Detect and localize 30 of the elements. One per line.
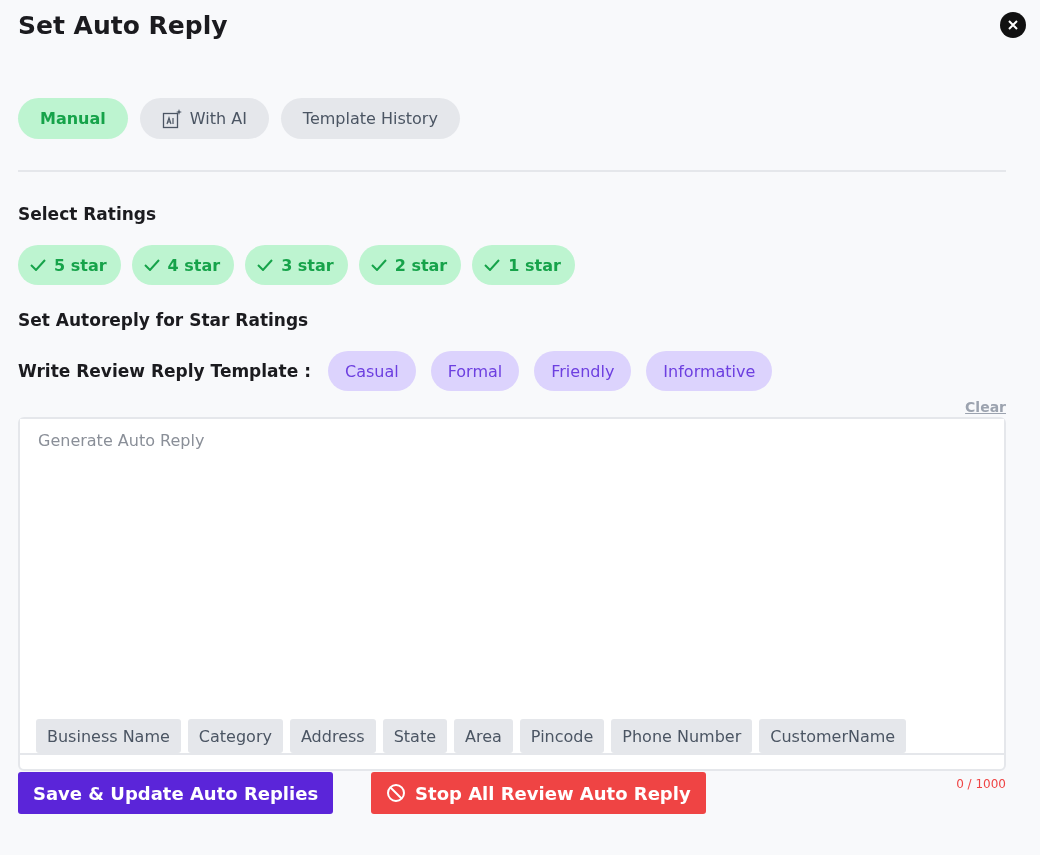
reply-editor[interactable]: Generate Auto Reply Business Name Category Address State Area Pincode Phone Number CustomerName: [18, 417, 1006, 771]
character-counter: 0 / 1000: [956, 777, 1006, 791]
check-icon: [484, 259, 501, 271]
variable-chip[interactable]: Category: [187, 719, 283, 753]
mode-tab[interactable]: With AI: [139, 98, 269, 139]
save-button[interactable]: Save & Update Auto Replies: [18, 772, 334, 814]
check-icon: [370, 259, 387, 271]
variable-chip[interactable]: Address: [289, 719, 376, 753]
check-icon: [30, 259, 46, 271]
variable-chip[interactable]: Pincode: [519, 719, 605, 753]
prohibited-icon: [386, 783, 407, 803]
section-heading: Set Autoreply for Star Ratings: [18, 310, 310, 330]
variable-chip[interactable]: Business Name: [36, 719, 181, 753]
close-icon[interactable]: [1000, 12, 1026, 38]
variable-chip[interactable]: Phone Number: [611, 719, 753, 753]
variable-chip[interactable]: State: [382, 719, 447, 753]
template-label: Write Review Reply Template :: [18, 361, 311, 381]
dialog-title: Set Auto Reply: [18, 10, 228, 40]
mode-tab[interactable]: Template History: [280, 98, 460, 139]
variable-chip[interactable]: CustomerName: [759, 719, 907, 753]
stop-button[interactable]: Stop All Review Auto Reply: [371, 772, 706, 814]
variable-chip[interactable]: Area: [454, 719, 513, 753]
section-heading: Select Ratings: [18, 204, 158, 224]
tone-chip[interactable]: Casual: [327, 351, 416, 391]
ai-sparkle-icon: [161, 108, 182, 129]
tone-chip[interactable]: Formal: [430, 351, 520, 391]
tone-chip[interactable]: Informative: [646, 351, 773, 391]
tone-chip[interactable]: Friendly: [534, 351, 632, 391]
check-icon: [143, 259, 160, 271]
check-icon: [257, 259, 274, 271]
